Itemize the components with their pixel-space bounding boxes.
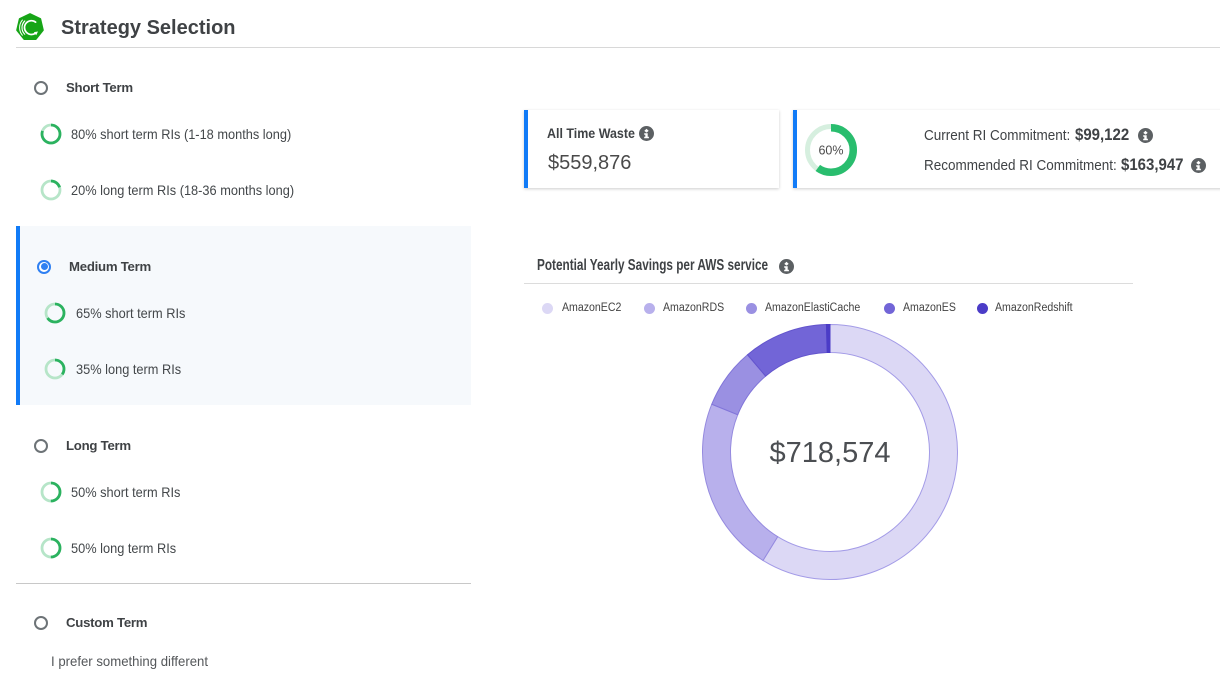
svg-text:60%: 60%: [818, 143, 843, 157]
